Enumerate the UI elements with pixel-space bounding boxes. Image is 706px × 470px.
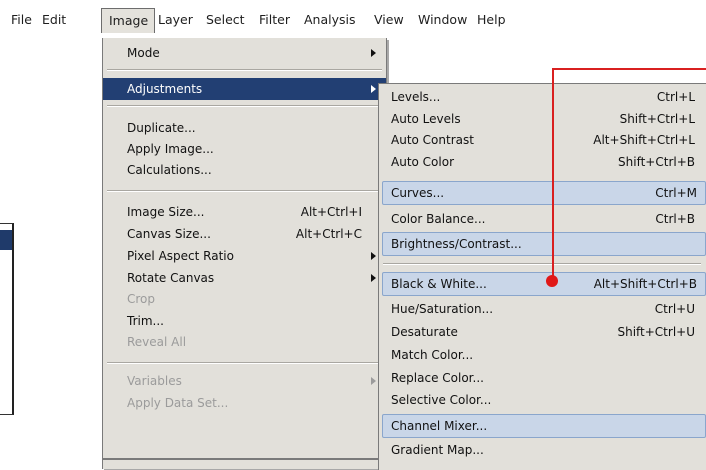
menu-separator: [107, 190, 382, 192]
image-menu: Mode Adjustments Duplicate... Apply Imag…: [102, 38, 387, 469]
shortcut-label: Alt+Ctrl+C: [295, 227, 362, 241]
menu-item-canvas-size[interactable]: Canvas Size... Alt+Ctrl+C: [103, 223, 386, 245]
menu-image[interactable]: Image: [101, 8, 156, 33]
menu-item-auto-color[interactable]: Auto Color Shift+Ctrl+B: [379, 151, 706, 173]
menu-item-match-color[interactable]: Match Color...: [379, 344, 706, 366]
menu-separator: [383, 263, 701, 265]
menu-item-desaturate[interactable]: Desaturate Shift+Ctrl+U: [379, 321, 706, 343]
menu-item-hue-saturation[interactable]: Hue/Saturation... Ctrl+U: [379, 298, 706, 320]
shortcut-label: Shift+Ctrl+L: [619, 112, 695, 126]
menu-item-label: Apply Data Set...: [127, 396, 229, 410]
adjustments-submenu: Levels... Ctrl+L Auto Levels Shift+Ctrl+…: [378, 83, 706, 470]
menu-item-label: Hue/Saturation...: [391, 302, 494, 316]
shortcut-label: Ctrl+U: [654, 302, 695, 316]
shortcut-label: Ctrl+L: [656, 90, 695, 104]
menu-filter[interactable]: Filter: [259, 10, 290, 30]
callout-dot-icon: [546, 275, 558, 287]
menu-item-label: Auto Contrast: [391, 133, 474, 147]
menu-item-duplicate[interactable]: Duplicate...: [103, 117, 386, 139]
menu-item-rotate-canvas[interactable]: Rotate Canvas: [103, 267, 386, 289]
menu-item-label: Variables: [127, 374, 182, 388]
submenu-arrow-icon: [371, 85, 376, 93]
menu-item-label: Duplicate...: [127, 121, 196, 135]
menu-item-reveal-all[interactable]: Reveal All: [103, 331, 386, 353]
menu-item-label: Canvas Size...: [127, 227, 211, 241]
menu-separator: [107, 105, 382, 107]
shortcut-label: Alt+Shift+Ctrl+B: [593, 277, 697, 291]
menu-item-selective-color[interactable]: Selective Color...: [379, 389, 706, 411]
menu-item-black-white[interactable]: Black & White... Alt+Shift+Ctrl+B: [382, 272, 706, 296]
menu-item-variables[interactable]: Variables: [103, 370, 386, 392]
menu-item-channel-mixer[interactable]: Channel Mixer...: [382, 414, 706, 438]
menu-item-apply-image[interactable]: Apply Image...: [103, 138, 386, 160]
menu-item-adjustments[interactable]: Adjustments: [103, 78, 386, 100]
submenu-arrow-icon: [371, 377, 376, 385]
menu-item-calculations[interactable]: Calculations...: [103, 159, 386, 181]
submenu-arrow-icon: [371, 252, 376, 260]
shortcut-label: Alt+Ctrl+I: [300, 205, 362, 219]
menu-item-label: Selective Color...: [391, 393, 492, 407]
menu-item-label: Calculations...: [127, 163, 212, 177]
menu-item-label: Color Balance...: [391, 212, 486, 226]
menu-item-auto-levels[interactable]: Auto Levels Shift+Ctrl+L: [379, 108, 706, 130]
menu-view[interactable]: View: [374, 10, 404, 30]
menu-item-label: Desaturate: [391, 325, 458, 339]
menu-item-label: Pixel Aspect Ratio: [127, 249, 234, 263]
menu-file[interactable]: File: [11, 10, 32, 30]
menu-item-label: Rotate Canvas: [127, 271, 215, 285]
menu-item-label: Gradient Map...: [391, 443, 484, 457]
menu-item-crop[interactable]: Crop: [103, 288, 386, 310]
menu-item-label: Brightness/Contrast...: [391, 237, 522, 251]
menu-item-gradient-map[interactable]: Gradient Map...: [379, 439, 706, 461]
menu-item-label: Apply Image...: [127, 142, 214, 156]
menu-item-label: Adjustments: [127, 82, 203, 96]
menu-item-label: Reveal All: [127, 335, 187, 349]
submenu-arrow-icon: [371, 274, 376, 282]
menu-analysis[interactable]: Analysis: [304, 10, 356, 30]
menu-separator: [107, 69, 382, 71]
menu-item-label: Auto Levels: [391, 112, 461, 126]
menu-item-label: Trim...: [127, 314, 164, 328]
menu-item-pixel-aspect-ratio[interactable]: Pixel Aspect Ratio: [103, 245, 386, 267]
menu-item-apply-data-set[interactable]: Apply Data Set...: [103, 392, 386, 414]
shortcut-label: Ctrl+B: [655, 212, 695, 226]
background-panel: [0, 223, 14, 415]
shortcut-label: Shift+Ctrl+B: [618, 155, 695, 169]
menu-item-levels[interactable]: Levels... Ctrl+L: [379, 86, 706, 108]
menu-item-label: Replace Color...: [391, 371, 484, 385]
menu-item-trim[interactable]: Trim...: [103, 310, 386, 332]
submenu-arrow-icon: [371, 49, 376, 57]
menu-item-label: Image Size...: [127, 205, 205, 219]
shortcut-label: Alt+Shift+Ctrl+L: [593, 133, 695, 147]
menu-help[interactable]: Help: [477, 10, 506, 30]
menu-item-image-size[interactable]: Image Size... Alt+Ctrl+I: [103, 201, 386, 223]
menu-item-mode[interactable]: Mode: [103, 42, 386, 64]
menu-item-auto-contrast[interactable]: Auto Contrast Alt+Shift+Ctrl+L: [379, 129, 706, 151]
menu-item-label: Mode: [127, 46, 160, 60]
menu-layer[interactable]: Layer: [158, 10, 193, 30]
menu-item-replace-color[interactable]: Replace Color...: [379, 367, 706, 389]
shortcut-label: Ctrl+M: [655, 186, 697, 200]
menu-edit[interactable]: Edit: [42, 10, 66, 30]
menu-item-label: Black & White...: [391, 277, 487, 291]
shortcut-label: Shift+Ctrl+U: [617, 325, 695, 339]
menu-item-label: Match Color...: [391, 348, 474, 362]
menu-bar: File Edit Image Layer Select Filter Anal…: [0, 0, 706, 38]
menu-item-label: Levels...: [391, 90, 441, 104]
menu-item-label: Channel Mixer...: [391, 419, 488, 433]
menu-select[interactable]: Select: [206, 10, 245, 30]
panel-selection: [0, 230, 12, 250]
menu-item-label: Curves...: [391, 186, 445, 200]
menu-separator: [107, 362, 382, 364]
menu-item-label: Auto Color: [391, 155, 455, 169]
menu-item-color-balance[interactable]: Color Balance... Ctrl+B: [379, 208, 706, 230]
menu-window[interactable]: Window: [418, 10, 467, 30]
callout-line-horizontal: [552, 68, 706, 70]
callout-line-vertical: [552, 68, 554, 280]
menu-item-label: Crop: [127, 292, 156, 306]
menu-item-brightness-contrast[interactable]: Brightness/Contrast...: [382, 232, 706, 256]
menu-separator: [103, 458, 386, 460]
menu-item-curves[interactable]: Curves... Ctrl+M: [382, 181, 706, 205]
